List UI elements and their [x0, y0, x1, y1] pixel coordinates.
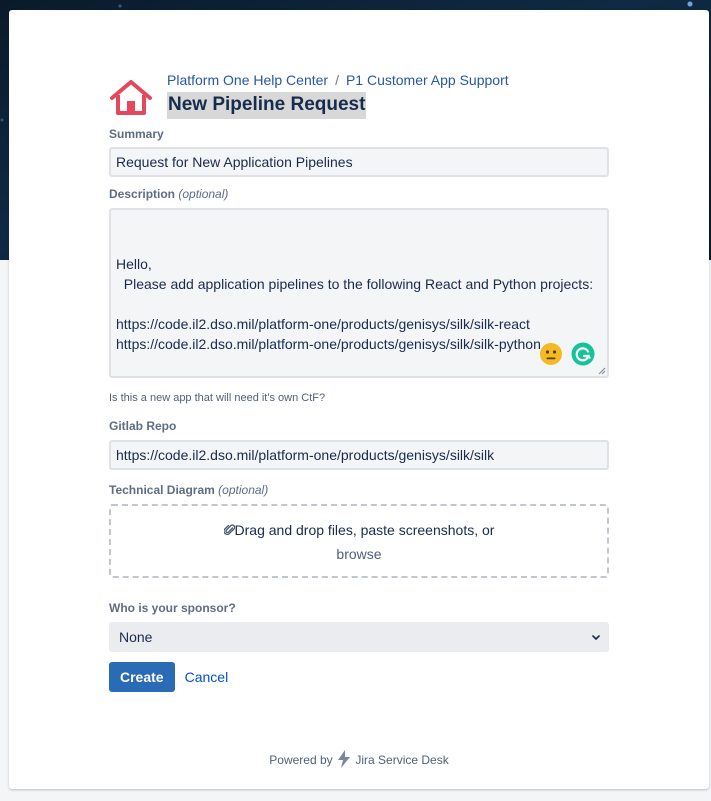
jira-service-desk-text: Jira Service Desk — [355, 753, 449, 767]
sponsor-selected-value: None — [119, 629, 153, 645]
powered-by-footer: Powered by Jira Service Desk — [9, 750, 709, 768]
description-optional: (optional) — [178, 187, 229, 201]
technical-diagram-label-text: Technical Diagram — [109, 483, 215, 497]
browse-link[interactable]: browse — [111, 542, 607, 566]
resize-handle-icon[interactable] — [598, 367, 606, 375]
breadcrumb-project-link[interactable]: P1 Customer App Support — [346, 72, 509, 88]
jira-logo-icon — [338, 750, 350, 768]
breadcrumb-help-center-link[interactable]: Platform One Help Center — [167, 72, 328, 88]
description-text: Hello, Please add application pipelines … — [116, 256, 594, 352]
description-label: Description (optional) — [109, 186, 609, 202]
cancel-button[interactable]: Cancel — [181, 662, 233, 692]
neutral-face-emoji-icon[interactable] — [539, 342, 563, 366]
description-label-text: Description — [109, 187, 176, 201]
request-form-card: Platform One Help Center / P1 Customer App… — [9, 10, 709, 789]
technical-diagram-label: Technical Diagram (optional) — [109, 482, 609, 498]
portal-header: Platform One Help Center / P1 Customer App… — [109, 72, 609, 132]
create-button[interactable]: Create — [109, 662, 175, 692]
description-textarea[interactable]: Hello, Please add application pipelines … — [109, 208, 609, 378]
home-icon[interactable] — [109, 77, 153, 117]
technical-diagram-optional: (optional) — [218, 483, 269, 497]
breadcrumb: Platform One Help Center / P1 Customer App… — [167, 72, 509, 88]
gitlab-repo-input[interactable]: https://code.il2.dso.mil/platform-one/pr… — [109, 440, 609, 470]
dropzone-prompt: Drag and drop files, paste screenshots, … — [111, 518, 607, 542]
sponsor-select[interactable]: None — [109, 622, 609, 652]
page-title: New Pipeline Request — [167, 92, 367, 119]
powered-by-text: Powered by — [269, 753, 333, 767]
paperclip-icon — [222, 524, 235, 536]
ctf-question-text: Is this a new app that will need it's ow… — [109, 392, 326, 404]
summary-label: Summary — [109, 127, 164, 141]
gitlab-repo-label: Gitlab Repo — [109, 419, 177, 433]
request-form: Summary Request for New Application Pipe… — [109, 126, 609, 692]
form-actions: Create Cancel — [109, 662, 609, 692]
chevron-down-icon — [592, 635, 600, 640]
dropzone-text: Drag and drop files, paste screenshots, … — [234, 522, 495, 538]
breadcrumb-separator: / — [335, 72, 339, 88]
grammarly-icon[interactable] — [571, 342, 595, 366]
attachment-dropzone[interactable]: Drag and drop files, paste screenshots, … — [109, 504, 609, 578]
summary-input[interactable]: Request for New Application Pipelines — [109, 147, 609, 177]
sponsor-label: Who is your sponsor? — [109, 601, 236, 615]
